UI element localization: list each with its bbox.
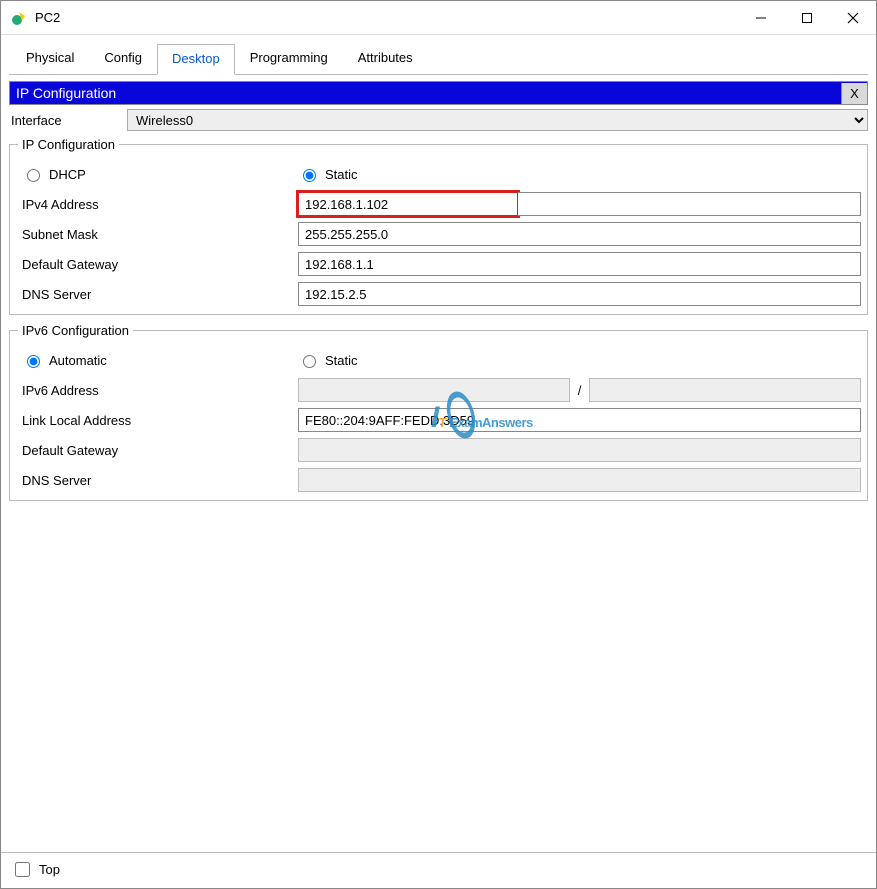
maximize-button[interactable] — [784, 1, 830, 34]
tab-physical[interactable]: Physical — [11, 43, 89, 74]
dns-server-row: DNS Server — [18, 280, 861, 308]
interface-row: Interface Wireless0 — [9, 109, 868, 131]
ipv6-address-label: IPv6 Address — [18, 383, 298, 398]
subnet-mask-row: Subnet Mask — [18, 220, 861, 248]
tab-config[interactable]: Config — [89, 43, 157, 74]
ipv4-address-input-extend[interactable] — [518, 192, 861, 216]
ipv6-fieldset: IPv6 Configuration Automatic Static IPv6… — [9, 323, 868, 501]
tab-attributes[interactable]: Attributes — [343, 43, 428, 74]
dhcp-radio[interactable] — [27, 169, 40, 182]
dhcp-label: DHCP — [49, 167, 86, 182]
minimize-button[interactable] — [738, 1, 784, 34]
static-label: Static — [325, 167, 358, 182]
top-checkbox[interactable] — [15, 862, 30, 877]
title-bar: PC2 — [1, 1, 876, 35]
ipv6-dns-row: DNS Server — [18, 466, 861, 494]
ipv4-address-label: IPv4 Address — [18, 197, 298, 212]
ipv4-mode-row: DHCP Static — [18, 160, 861, 188]
link-local-row: Link Local Address — [18, 406, 861, 434]
ipv6-legend: IPv6 Configuration — [18, 323, 133, 338]
close-button[interactable] — [830, 1, 876, 34]
interface-label: Interface — [9, 113, 127, 128]
window-controls — [738, 1, 876, 34]
app-icon — [11, 10, 27, 26]
ipv6-gateway-label: Default Gateway — [18, 443, 298, 458]
subnet-mask-input[interactable] — [298, 222, 861, 246]
ipv6-static-label: Static — [325, 353, 358, 368]
panel-title: IP Configuration — [10, 82, 841, 104]
dns-server-input[interactable] — [298, 282, 861, 306]
ipv6-static-radio[interactable] — [303, 355, 316, 368]
default-gateway-input[interactable] — [298, 252, 861, 276]
ipv6-prefix-input — [589, 378, 861, 402]
panel-close-button[interactable]: X — [841, 83, 867, 104]
prefix-slash: / — [570, 383, 590, 398]
ipv6-dns-label: DNS Server — [18, 473, 298, 488]
ipv6-dns-input — [298, 468, 861, 492]
footer-bar: Top — [1, 852, 876, 888]
tab-strip: Physical Config Desktop Programming Attr… — [1, 35, 876, 74]
top-label: Top — [39, 862, 60, 877]
ipv4-fieldset: IP Configuration DHCP Static IPv4 Addres… — [9, 137, 868, 315]
pc2-window: PC2 Physical Config Desktop Programming … — [0, 0, 877, 889]
window-title: PC2 — [35, 10, 738, 25]
static-radio[interactable] — [303, 169, 316, 182]
ipv6-mode-row: Automatic Static — [18, 346, 861, 374]
panel-header: IP Configuration X — [9, 81, 868, 105]
ipv4-address-row: IPv4 Address — [18, 190, 861, 218]
ipv4-legend: IP Configuration — [18, 137, 119, 152]
default-gateway-label: Default Gateway — [18, 257, 298, 272]
ipv6-gateway-input — [298, 438, 861, 462]
ipv6-auto-label: Automatic — [49, 353, 107, 368]
link-local-label: Link Local Address — [18, 413, 298, 428]
ipv4-address-input[interactable] — [298, 192, 518, 216]
default-gateway-row: Default Gateway — [18, 250, 861, 278]
ipv6-address-row: IPv6 Address / — [18, 376, 861, 404]
dns-server-label: DNS Server — [18, 287, 298, 302]
link-local-input[interactable] — [298, 408, 861, 432]
desktop-content: IP Configuration X Interface Wireless0 I… — [1, 75, 876, 852]
subnet-mask-label: Subnet Mask — [18, 227, 298, 242]
tab-programming[interactable]: Programming — [235, 43, 343, 74]
ipv6-auto-radio[interactable] — [27, 355, 40, 368]
tab-desktop[interactable]: Desktop — [157, 44, 235, 75]
ipv6-gateway-row: Default Gateway — [18, 436, 861, 464]
ipv6-address-input — [298, 378, 570, 402]
interface-select[interactable]: Wireless0 — [127, 109, 868, 131]
